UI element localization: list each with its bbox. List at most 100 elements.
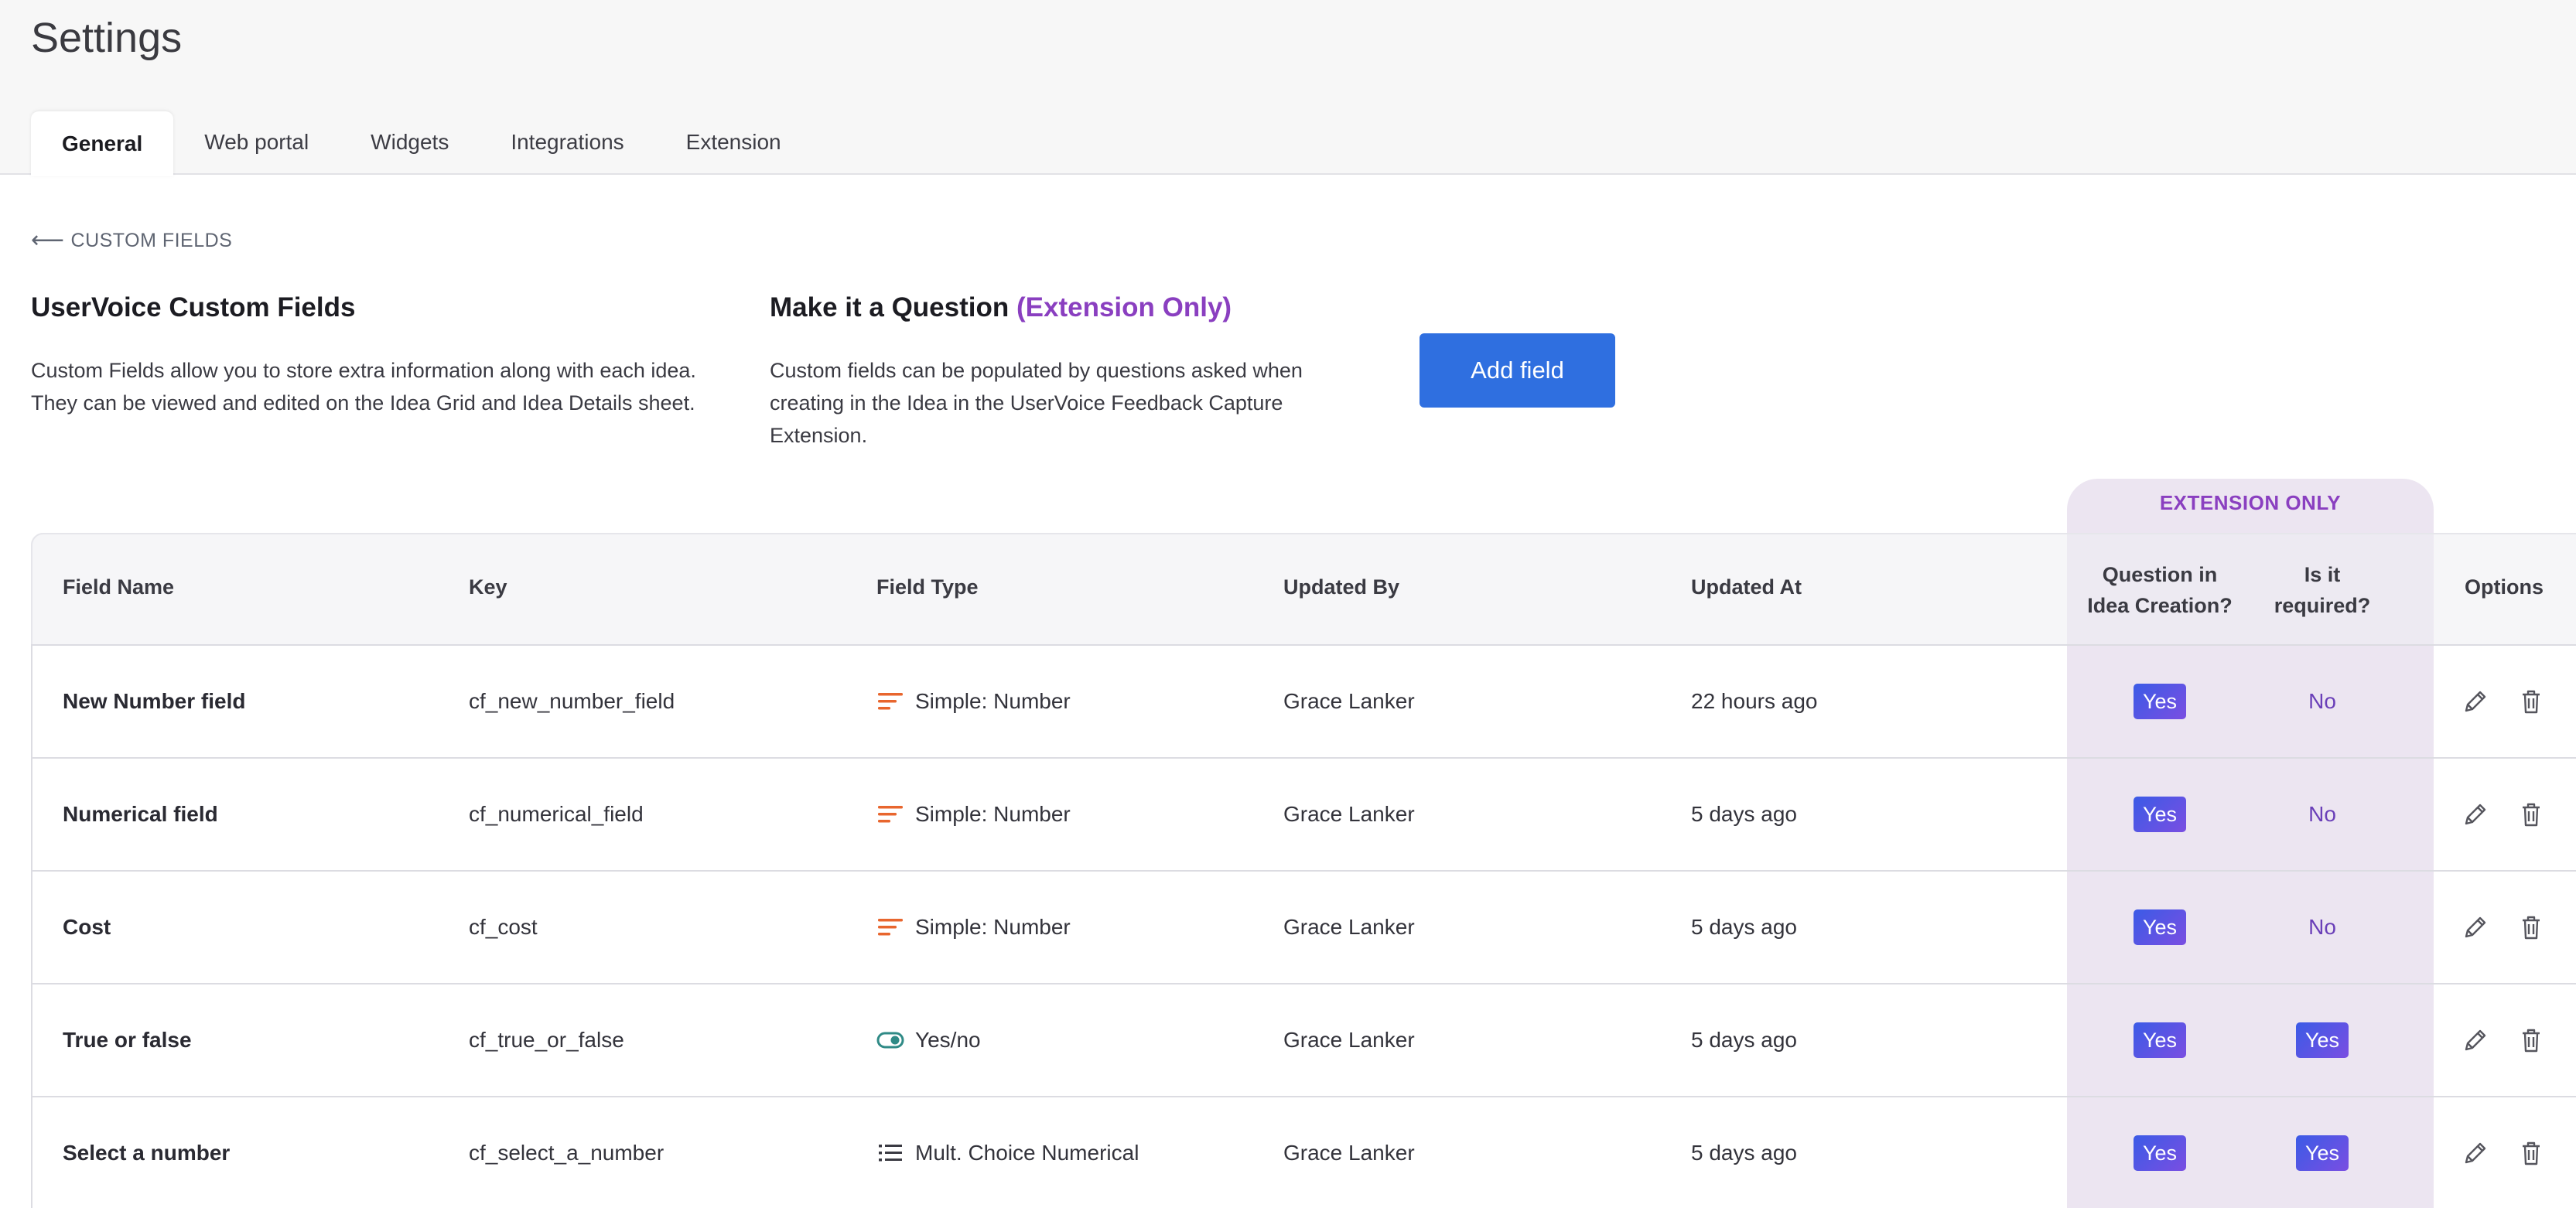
header-question-line1: Question in <box>2102 563 2218 586</box>
edit-pencil-icon[interactable] <box>2460 912 2491 943</box>
updated-at-cell: 5 days ago <box>1691 915 1797 939</box>
question-yes-badge: Yes <box>2134 909 2186 945</box>
required-cell: No <box>2253 646 2392 757</box>
table-row: Cost cf_cost Simple: Number Grace Lanker… <box>31 872 2576 984</box>
required-no-text: No <box>2308 915 2336 939</box>
options-cell <box>2460 759 2547 870</box>
updated-by-cell: Grace Lanker <box>1283 689 1415 713</box>
question-title: Make it a Question (Extension Only) <box>770 292 1358 323</box>
header-key: Key <box>469 575 507 599</box>
add-field-button[interactable]: Add field <box>1420 333 1615 408</box>
field-type-cell: Simple: Number <box>876 872 1071 983</box>
question-title-main: Make it a Question <box>770 292 1010 322</box>
header-question-line2: Idea Creation? <box>2087 594 2233 617</box>
question-yes-badge: Yes <box>2134 1135 2186 1171</box>
field-type-cell: Mult. Choice Numerical <box>876 1097 1139 1208</box>
question-cell: Yes <box>2067 872 2253 983</box>
question-yes-badge: Yes <box>2134 797 2186 832</box>
back-arrow-icon: ⟵ <box>31 227 65 253</box>
question-cell: Yes <box>2067 646 2253 757</box>
updated-by-cell: Grace Lanker <box>1283 1141 1415 1165</box>
question-cell: Yes <box>2067 984 2253 1096</box>
delete-trash-icon[interactable] <box>2516 799 2547 830</box>
table-row: Select a number cf_select_a_number Mult.… <box>31 1097 2576 1208</box>
field-type-cell: Yes/no <box>876 984 981 1096</box>
table-row: True or false cf_true_or_false Yes/no Gr… <box>31 984 2576 1097</box>
field-type-cell: Simple: Number <box>876 646 1071 757</box>
extension-only-accent: (Extension Only) <box>1016 292 1232 322</box>
delete-trash-icon[interactable] <box>2516 686 2547 717</box>
header-is-it-required: Is it required? <box>2253 559 2392 621</box>
required-yes-badge: Yes <box>2296 1022 2349 1058</box>
delete-trash-icon[interactable] <box>2516 912 2547 943</box>
back-to-custom-fields-link[interactable]: ⟵ CUSTOM FIELDS <box>31 229 232 252</box>
field-type-cell: Simple: Number <box>876 759 1071 870</box>
custom-fields-intro: UserVoice Custom Fields Custom Fields al… <box>31 292 696 419</box>
custom-fields-title: UserVoice Custom Fields <box>31 292 356 322</box>
custom-fields-description: Custom Fields allow you to store extra i… <box>31 359 696 415</box>
tab-web-portal[interactable]: Web portal <box>173 110 340 175</box>
tab-general[interactable]: General <box>31 111 174 176</box>
field-type-label: Simple: Number <box>915 689 1071 713</box>
header-question-in-idea-creation: Question in Idea Creation? <box>2067 559 2253 621</box>
edit-pencil-icon[interactable] <box>2460 1138 2491 1169</box>
options-cell <box>2460 1097 2547 1208</box>
edit-pencil-icon[interactable] <box>2460 799 2491 830</box>
toggle-icon <box>876 1032 904 1049</box>
settings-tabs: General Web portal Widgets Integrations … <box>31 110 812 176</box>
field-type-label: Yes/no <box>915 1028 981 1052</box>
updated-at-cell: 5 days ago <box>1691 802 1797 826</box>
required-no-text: No <box>2308 802 2336 826</box>
question-cell: Yes <box>2067 1097 2253 1208</box>
number-lines-icon <box>878 806 903 823</box>
header-field-name: Field Name <box>63 575 175 599</box>
list-icon <box>879 1145 902 1162</box>
delete-trash-icon[interactable] <box>2516 1138 2547 1169</box>
field-type-label: Simple: Number <box>915 802 1071 826</box>
field-type-label: Mult. Choice Numerical <box>915 1141 1139 1165</box>
header-required-line1: Is it <box>2304 563 2341 586</box>
question-yes-badge: Yes <box>2134 684 2186 719</box>
field-name-cell: Cost <box>63 915 111 939</box>
required-cell: Yes <box>2253 1097 2392 1208</box>
number-lines-icon <box>878 693 903 710</box>
field-name-cell: New Number field <box>63 689 246 713</box>
options-cell <box>2460 872 2547 983</box>
edit-pencil-icon[interactable] <box>2460 686 2491 717</box>
field-type-label: Simple: Number <box>915 915 1071 939</box>
updated-at-cell: 5 days ago <box>1691 1141 1797 1165</box>
required-no-text: No <box>2308 689 2336 713</box>
table-row: Numerical field cf_numerical_field Simpl… <box>31 759 2576 872</box>
table-row: New Number field cf_new_number_field Sim… <box>31 646 2576 759</box>
delete-trash-icon[interactable] <box>2516 1025 2547 1056</box>
key-cell: cf_new_number_field <box>469 689 675 713</box>
tab-widgets[interactable]: Widgets <box>340 110 480 175</box>
settings-header: Settings General Web portal Widgets Inte… <box>0 0 2576 176</box>
question-yes-badge: Yes <box>2134 1022 2186 1058</box>
key-cell: cf_true_or_false <box>469 1028 624 1052</box>
extension-only-label: EXTENSION ONLY <box>2159 491 2342 514</box>
tab-integrations[interactable]: Integrations <box>480 110 654 175</box>
back-link-label: CUSTOM FIELDS <box>70 229 233 251</box>
updated-by-cell: Grace Lanker <box>1283 915 1415 939</box>
key-cell: cf_numerical_field <box>469 802 644 826</box>
tab-extension[interactable]: Extension <box>655 110 812 175</box>
question-description: Custom fields can be populated by questi… <box>770 359 1303 447</box>
header-updated-at: Updated At <box>1691 575 1802 599</box>
required-yes-badge: Yes <box>2296 1135 2349 1171</box>
page-title: Settings <box>31 15 183 61</box>
updated-by-cell: Grace Lanker <box>1283 1028 1415 1052</box>
question-intro: Make it a Question (Extension Only) Cust… <box>770 292 1358 452</box>
header-updated-by: Updated By <box>1283 575 1400 599</box>
field-name-cell: Select a number <box>63 1141 231 1165</box>
updated-by-cell: Grace Lanker <box>1283 802 1415 826</box>
required-cell: Yes <box>2253 984 2392 1096</box>
required-cell: No <box>2253 872 2392 983</box>
field-name-cell: True or false <box>63 1028 192 1052</box>
number-lines-icon <box>878 919 903 936</box>
edit-pencil-icon[interactable] <box>2460 1025 2491 1056</box>
updated-at-cell: 5 days ago <box>1691 1028 1797 1052</box>
field-name-cell: Numerical field <box>63 802 218 826</box>
table-header: Field Name Key Field Type Updated By Upd… <box>31 533 2576 646</box>
options-cell <box>2460 984 2547 1096</box>
